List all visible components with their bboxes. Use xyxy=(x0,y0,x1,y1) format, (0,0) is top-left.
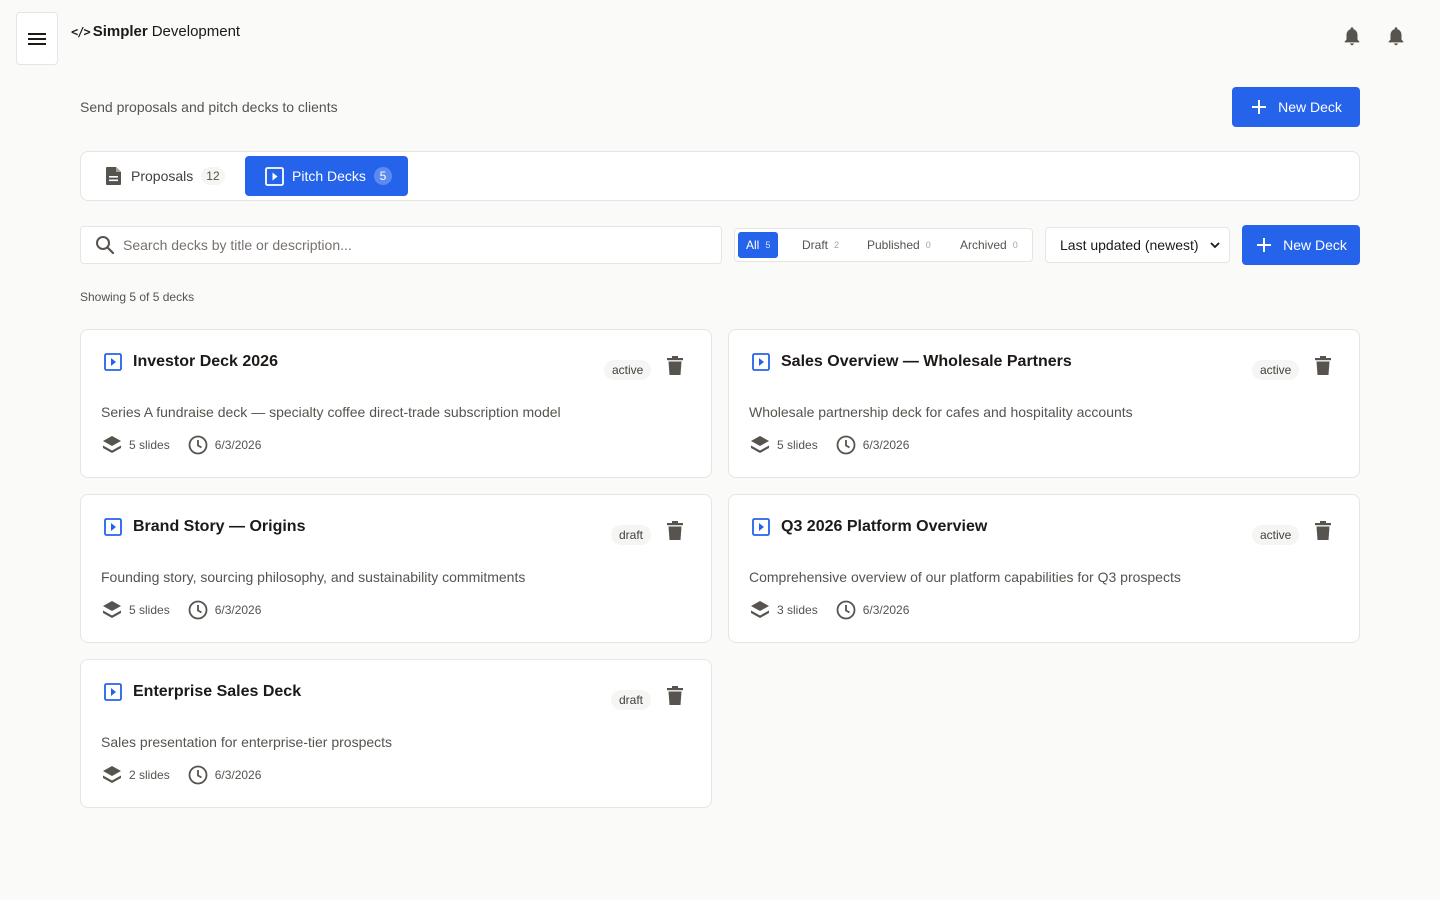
slide-count: 5 slides xyxy=(129,438,170,452)
search-input[interactable] xyxy=(123,237,703,253)
deck-description: Series A fundraise deck — specialty coff… xyxy=(101,404,561,420)
deck-meta: 5 slides 6/3/2026 xyxy=(750,435,909,455)
deck-description: Founding story, sourcing philosophy, and… xyxy=(101,569,526,585)
play-icon xyxy=(752,353,770,371)
filter-count: 2 xyxy=(834,240,840,250)
updated-date: 6/3/2026 xyxy=(862,603,910,617)
hamburger-icon xyxy=(28,32,46,45)
clock-icon xyxy=(836,600,856,620)
status-badge: draft xyxy=(611,525,652,545)
document-icon xyxy=(106,167,121,185)
deck-card[interactable]: Enterprise Sales Deck draft Sales presen… xyxy=(80,659,712,808)
filter-archived[interactable]: Archived 0 xyxy=(952,232,1026,258)
clock-icon xyxy=(188,600,208,620)
filter-all[interactable]: All 5 xyxy=(738,232,779,258)
trash-icon[interactable] xyxy=(666,521,684,541)
deck-meta: 3 slides 6/3/2026 xyxy=(750,600,909,620)
clock-icon xyxy=(188,435,208,455)
sort-selected-value: Last updated (newest) xyxy=(1060,237,1199,253)
sort-select[interactable]: Last updated (newest) xyxy=(1045,227,1230,263)
status-badge: active xyxy=(1252,525,1300,545)
layers-icon xyxy=(751,601,769,618)
clock-icon xyxy=(836,435,856,455)
filter-published[interactable]: Published 0 xyxy=(859,232,939,258)
filter-count: 0 xyxy=(925,240,931,250)
deck-title[interactable]: Investor Deck 2026 xyxy=(133,353,278,371)
status-badge: active xyxy=(604,360,652,380)
status-badge: active xyxy=(1252,360,1300,380)
deck-meta: 5 slides 6/3/2026 xyxy=(102,600,261,620)
deck-title[interactable]: Brand Story — Origins xyxy=(133,518,305,536)
play-icon xyxy=(104,518,122,536)
bell-icon[interactable] xyxy=(1385,25,1407,47)
bell-icon[interactable] xyxy=(1341,25,1363,47)
new-deck-button[interactable]: New Deck xyxy=(1232,87,1360,127)
play-icon xyxy=(752,518,770,536)
trash-icon[interactable] xyxy=(666,356,684,376)
brand-name-rest: Development xyxy=(151,23,241,40)
deck-meta: 2 slides 6/3/2026 xyxy=(102,765,261,785)
slide-count: 5 slides xyxy=(129,603,170,617)
status-filter-group: All 5 Draft 2 Published 0 Archived 0 xyxy=(734,228,1033,262)
layers-icon xyxy=(751,436,769,453)
updated-date: 6/3/2026 xyxy=(214,438,262,452)
updated-date: 6/3/2026 xyxy=(214,768,262,782)
deck-title[interactable]: Sales Overview — Wholesale Partners xyxy=(781,353,1072,371)
plus-icon xyxy=(1257,238,1272,252)
deck-title[interactable]: Enterprise Sales Deck xyxy=(133,683,301,701)
plus-icon xyxy=(1252,100,1267,114)
play-icon xyxy=(104,353,122,371)
filter-draft[interactable]: Draft 2 xyxy=(794,232,847,258)
updated-date: 6/3/2026 xyxy=(214,603,262,617)
filter-count: 5 xyxy=(765,240,771,250)
deck-description: Comprehensive overview of our platform c… xyxy=(749,569,1181,585)
filter-label: Draft xyxy=(802,238,829,252)
play-icon xyxy=(104,683,122,701)
tab-proposals[interactable]: Proposals 12 xyxy=(85,156,241,196)
deck-description: Wholesale partnership deck for cafes and… xyxy=(749,404,1133,420)
tab-label: Pitch Decks xyxy=(292,168,366,184)
clock-icon xyxy=(188,765,208,785)
deck-title[interactable]: Q3 2026 Platform Overview xyxy=(781,518,987,536)
trash-icon[interactable] xyxy=(1314,521,1332,541)
slide-count: 2 slides xyxy=(129,768,170,782)
new-deck-label: New Deck xyxy=(1283,237,1347,253)
page-subtitle: Send proposals and pitch decks to client… xyxy=(80,99,338,115)
deck-description: Sales presentation for enterprise-tier p… xyxy=(101,734,393,750)
deck-card[interactable]: Q3 2026 Platform Overview active Compreh… xyxy=(728,494,1360,643)
search-icon xyxy=(96,236,115,255)
slide-count: 5 slides xyxy=(777,438,818,452)
menu-button[interactable] xyxy=(16,12,58,65)
brand-logo[interactable]: </> Simpler Development xyxy=(71,23,240,40)
trash-icon[interactable] xyxy=(666,686,684,706)
play-icon xyxy=(265,166,284,186)
filter-label: Archived xyxy=(960,238,1007,252)
tabs-bar: Proposals 12 Pitch Decks 5 xyxy=(80,151,1360,201)
deck-card[interactable]: Sales Overview — Wholesale Partners acti… xyxy=(728,329,1360,478)
code-icon: </> xyxy=(71,24,91,39)
slide-count: 3 slides xyxy=(777,603,818,617)
updated-date: 6/3/2026 xyxy=(862,438,910,452)
deck-card[interactable]: Investor Deck 2026 active Series A fundr… xyxy=(80,329,712,478)
layers-icon xyxy=(103,766,121,783)
deck-card[interactable]: Brand Story — Origins draft Founding sto… xyxy=(80,494,712,643)
toolbar-new-deck-button[interactable]: New Deck xyxy=(1242,225,1360,265)
layers-icon xyxy=(103,436,121,453)
status-badge: draft xyxy=(611,690,652,710)
new-deck-label: New Deck xyxy=(1278,99,1342,115)
brand-name-bold: Simpler xyxy=(92,23,148,40)
filter-label: Published xyxy=(867,238,920,252)
layers-icon xyxy=(103,601,121,618)
tab-pitch-decks[interactable]: Pitch Decks 5 xyxy=(245,156,408,196)
chevron-down-icon xyxy=(1210,242,1220,249)
tab-count-badge: 5 xyxy=(373,167,392,185)
deck-meta: 5 slides 6/3/2026 xyxy=(102,435,261,455)
trash-icon[interactable] xyxy=(1314,356,1332,376)
results-count: Showing 5 of 5 decks xyxy=(80,290,195,304)
search-box xyxy=(80,226,722,264)
filter-count: 0 xyxy=(1012,240,1018,250)
tab-label: Proposals xyxy=(131,168,194,184)
tab-count-badge: 12 xyxy=(201,167,225,185)
filter-label: All xyxy=(746,238,760,252)
